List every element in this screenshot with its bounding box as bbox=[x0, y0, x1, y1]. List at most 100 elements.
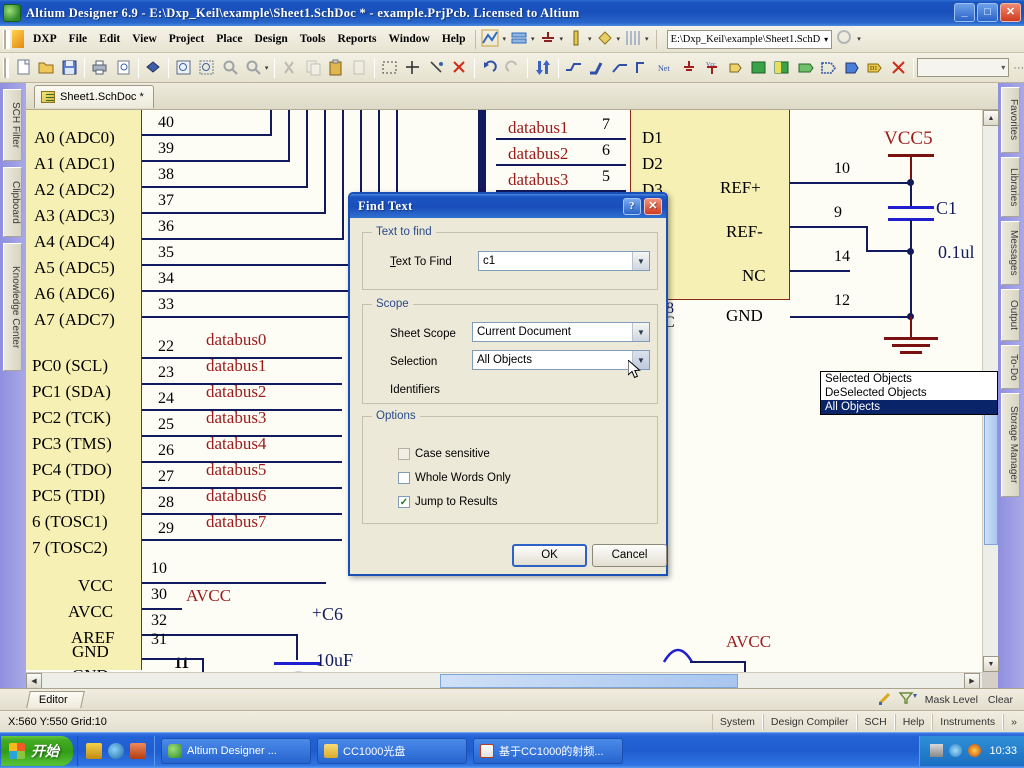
place-sheet-symbol-icon[interactable] bbox=[748, 57, 769, 79]
net-label-bus3[interactable]: databus3 bbox=[508, 170, 568, 190]
taskbar-item-cc1000[interactable]: CC1000光盘 bbox=[317, 737, 467, 764]
tray-icon-3[interactable] bbox=[968, 744, 982, 757]
chevron-down-icon[interactable]: ▾ bbox=[502, 35, 506, 43]
vertical-scroll-thumb[interactable] bbox=[984, 395, 998, 545]
clock[interactable]: 10:33 bbox=[989, 745, 1017, 757]
component-icon[interactable] bbox=[567, 29, 587, 49]
find-text-dialog[interactable]: Find Text ? ✕ Text to find Text To Find … bbox=[348, 192, 998, 576]
close-button[interactable]: ✕ bbox=[1000, 3, 1021, 22]
toolbar-overflow-icon[interactable]: ··· bbox=[1013, 62, 1024, 74]
net-label-databus0[interactable]: databus0 bbox=[206, 330, 266, 350]
net-label-databus2[interactable]: databus2 bbox=[206, 382, 266, 402]
cancel-button[interactable]: Cancel bbox=[592, 544, 667, 567]
dropdown-option-selected-objects[interactable]: Selected Objects bbox=[821, 372, 997, 386]
case-sensitive-checkbox[interactable] bbox=[398, 448, 410, 460]
net-label-databus3[interactable]: databus3 bbox=[206, 408, 266, 428]
panel-tab-libraries[interactable]: Libraries bbox=[1001, 157, 1020, 217]
path-chevron-icon[interactable]: ▾ bbox=[824, 35, 828, 44]
scroll-left-button[interactable]: ◀ bbox=[26, 673, 42, 689]
start-button[interactable]: 开始 bbox=[1, 735, 73, 766]
panel-tab-favorites[interactable]: Favorites bbox=[1001, 87, 1020, 153]
sheet-scope-chevron-icon[interactable]: ▼ bbox=[632, 323, 649, 341]
select-area-icon[interactable] bbox=[379, 57, 400, 79]
sheet-scope-combo[interactable]: Current Document ▼ bbox=[472, 322, 650, 342]
checkbox-row-whole-words[interactable]: Whole Words Only bbox=[398, 472, 511, 484]
tray-icon-1[interactable] bbox=[930, 744, 944, 757]
place-bus-entry-icon[interactable] bbox=[609, 57, 630, 79]
selection-dropdown-list[interactable]: Selected Objects DeSelected Objects All … bbox=[820, 371, 998, 415]
pcb-editor-icon[interactable] bbox=[510, 29, 530, 49]
status-button-sch[interactable]: SCH bbox=[856, 713, 895, 730]
text-to-find-chevron-icon[interactable]: ▼ bbox=[632, 252, 649, 270]
place-gnd-icon[interactable] bbox=[679, 57, 700, 79]
horizontal-scroll-thumb[interactable] bbox=[440, 674, 738, 688]
cap-c6-value[interactable]: 10uF bbox=[316, 650, 353, 671]
net-label-databus6[interactable]: databus6 bbox=[206, 486, 266, 506]
place-bus-icon[interactable] bbox=[586, 57, 607, 79]
toolbar-grip[interactable] bbox=[3, 57, 9, 78]
print-preview-icon[interactable] bbox=[113, 57, 134, 79]
place-part-icon[interactable] bbox=[725, 57, 746, 79]
chevron-down-icon-4[interactable]: ▾ bbox=[588, 35, 592, 43]
status-button-help[interactable]: Help bbox=[894, 713, 933, 730]
navigate-icon[interactable] bbox=[836, 29, 856, 49]
quicklaunch-icon-3[interactable] bbox=[130, 742, 146, 759]
selection-combo[interactable]: All Objects ▼ bbox=[472, 350, 650, 370]
checkbox-row-case-sensitive[interactable]: Case sensitive bbox=[398, 448, 490, 460]
editor-tab[interactable]: Editor bbox=[26, 691, 85, 708]
quicklaunch-icon-2[interactable] bbox=[108, 742, 124, 759]
place-designator-icon[interactable]: D1 bbox=[864, 57, 885, 79]
minimize-button[interactable]: _ bbox=[954, 3, 975, 22]
taskbar-item-doc[interactable]: 基于CC1000的射频... bbox=[473, 737, 623, 764]
mask-level-button[interactable]: Mask Level bbox=[920, 693, 983, 707]
new-document-icon[interactable] bbox=[13, 57, 34, 79]
whole-words-checkbox[interactable] bbox=[398, 472, 410, 484]
net-label-databus4[interactable]: databus4 bbox=[206, 434, 266, 454]
open-document-icon[interactable] bbox=[36, 57, 57, 79]
schematic-editor-icon[interactable] bbox=[481, 29, 501, 49]
status-button-system[interactable]: System bbox=[711, 713, 763, 730]
menu-item-tools[interactable]: Tools bbox=[294, 30, 332, 48]
undo-icon[interactable] bbox=[479, 57, 500, 79]
zoom-out-icon[interactable] bbox=[219, 57, 240, 79]
menu-item-file[interactable]: File bbox=[63, 30, 94, 48]
dropdown-option-deselected-objects[interactable]: DeSelected Objects bbox=[821, 386, 997, 400]
status-button-instruments[interactable]: Instruments bbox=[932, 713, 1004, 730]
cap-c1-name[interactable]: C1 bbox=[936, 198, 957, 219]
menu-item-project[interactable]: Project bbox=[163, 30, 211, 48]
dialog-buttons[interactable]: ? ✕ bbox=[623, 197, 662, 215]
panel-tab-knowledge-center[interactable]: Knowledge Center bbox=[3, 243, 22, 371]
menu-item-place[interactable]: Place bbox=[210, 30, 248, 48]
scroll-right-button[interactable]: ▶ bbox=[964, 673, 980, 689]
menu-item-edit[interactable]: Edit bbox=[93, 30, 126, 48]
diode-icon[interactable] bbox=[596, 29, 616, 49]
place-netlabel-icon[interactable] bbox=[632, 57, 653, 79]
ok-button[interactable]: OK bbox=[512, 544, 587, 567]
chevron-down-icon-3[interactable]: ▾ bbox=[560, 35, 564, 43]
zoom-document-icon[interactable] bbox=[173, 57, 194, 79]
net-label-icon[interactable]: Net bbox=[655, 57, 676, 79]
panel-tab-storage-manager[interactable]: Storage Manager bbox=[1001, 393, 1020, 497]
place-offsheet-icon[interactable] bbox=[818, 57, 839, 79]
panel-tab-output[interactable]: Output bbox=[1001, 289, 1020, 341]
jump-to-results-checkbox[interactable]: ✓ bbox=[398, 496, 410, 508]
place-port-icon[interactable] bbox=[795, 57, 816, 79]
zoom-selected-icon[interactable] bbox=[243, 57, 264, 79]
menu-item-reports[interactable]: Reports bbox=[332, 30, 383, 48]
clear-button[interactable]: Clear bbox=[983, 693, 1018, 707]
maximize-button[interactable]: □ bbox=[977, 3, 998, 22]
chevron-down-icon-6[interactable]: ▾ bbox=[645, 35, 649, 43]
grid-icon[interactable] bbox=[624, 29, 644, 49]
net-label-avcc-right[interactable]: AVCC bbox=[726, 632, 771, 652]
paste-icon[interactable] bbox=[326, 57, 347, 79]
inductor-symbol[interactable] bbox=[662, 640, 726, 668]
status-overflow-icon[interactable]: » bbox=[1003, 713, 1024, 730]
save-icon[interactable] bbox=[59, 57, 80, 79]
clear-selection-icon[interactable] bbox=[449, 57, 470, 79]
document-tab-sheet1[interactable]: Sheet1.SchDoc * bbox=[34, 85, 154, 108]
net-label-databus7[interactable]: databus7 bbox=[206, 512, 266, 532]
browse-icon[interactable] bbox=[143, 57, 164, 79]
filter-funnel-icon[interactable] bbox=[898, 691, 918, 708]
net-label-databus1[interactable]: databus1 bbox=[206, 356, 266, 376]
place-vcc-icon[interactable]: Vcc bbox=[702, 57, 723, 79]
